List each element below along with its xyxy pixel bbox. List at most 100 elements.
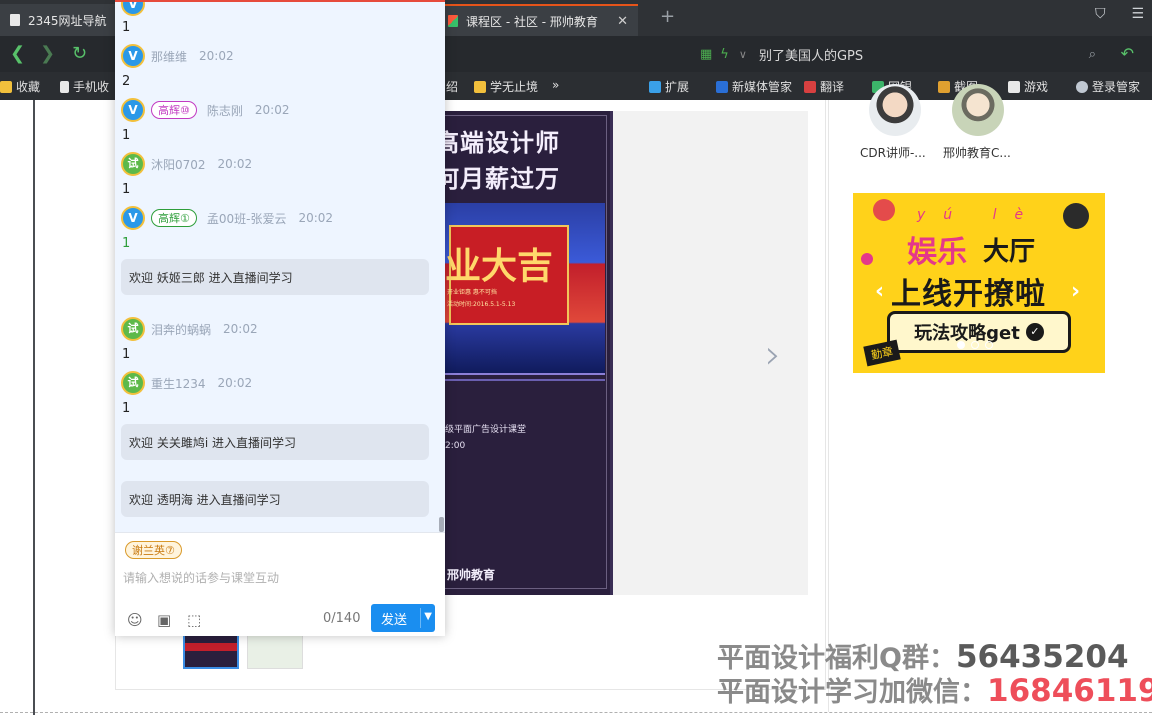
chat-scrollbar[interactable] [439, 517, 444, 532]
chat-message-header: V 高辉⑩ 陈志刚 20:02 [121, 98, 289, 122]
send-options-icon[interactable]: ▼ [424, 611, 432, 622]
level-medal: 高辉① [151, 209, 197, 227]
folder-icon [474, 80, 486, 93]
trial-badge-icon: 试 [121, 152, 145, 176]
bolt-icon[interactable]: ϟ [720, 47, 729, 62]
bottom-divider [0, 712, 1152, 715]
translate-icon [804, 80, 816, 93]
chat-message-list[interactable]: V 1 V 那维维 20:02 2 V 高辉⑩ 陈志刚 20:02 1 试 沐阳… [115, 2, 445, 532]
level-medal: 高辉⑩ [151, 101, 197, 119]
ad-tag: 勤章 [863, 339, 901, 367]
poster-stage-title: 业大吉 [445, 246, 554, 287]
chat-username[interactable]: 孟00班-张爱云 [207, 210, 287, 227]
ad-prev-icon[interactable]: ‹ [875, 279, 884, 304]
trial-badge-icon: 试 [121, 371, 145, 395]
bookmark-item[interactable]: 翻译 [804, 78, 844, 95]
poster-line [445, 373, 605, 375]
chat-panel: V 1 V 那维维 20:02 2 V 高辉⑩ 陈志刚 20:02 1 试 沐阳… [115, 0, 445, 636]
left-divider [33, 100, 35, 715]
bookmark-item[interactable]: 登录管家 [1076, 78, 1140, 95]
search-icon[interactable]: ⌕ [1089, 47, 1096, 62]
window-controls: ⛉ ☰ [1095, 6, 1144, 22]
poster-stage-sub: 开业钜惠 惠不可挡 [447, 289, 497, 296]
back-icon[interactable]: ❮ [10, 43, 25, 64]
chat-username[interactable]: 泪奔的蜗蜗 [151, 321, 211, 338]
avatar[interactable] [869, 84, 921, 136]
refresh-icon[interactable]: ↻ [72, 43, 87, 64]
undo-icon[interactable]: ↶ [1121, 44, 1134, 63]
chat-username[interactable]: 那维维 [151, 48, 187, 65]
ad-banner[interactable]: yú lè 娱乐 大厅 上线开撩啦 ‹ › 玩法攻略get ✓ 勤章 [853, 193, 1105, 373]
star-icon [0, 80, 12, 93]
chat-message-text: 1 [122, 347, 131, 362]
chat-input-area: 谢兰英⑦ ☺ ▣ ⬚ 0/140 发送 ▼ [115, 532, 445, 636]
tab-2345[interactable]: 2345网址导航 [0, 4, 118, 36]
system-welcome-message: 欢迎 透明海 进入直播间学习 [121, 481, 429, 517]
chat-message-header: 试 泪奔的蜗蜗 20:02 [121, 317, 258, 341]
send-divider [420, 608, 421, 628]
chat-message-text: 1 [122, 401, 131, 416]
ad-title-pink: 娱乐 [907, 235, 967, 270]
screenshot-icon[interactable]: ⬚ [187, 611, 201, 629]
poster-stage-small: 活动时间:2016.5.1-5.13 [447, 301, 516, 308]
chat-message-header: 试 沐阳0702 20:02 [121, 152, 252, 176]
menu-icon[interactable]: ☰ [1131, 6, 1144, 22]
scissors-icon [938, 80, 950, 93]
chat-time: 20:02 [199, 49, 234, 63]
forward-icon[interactable]: ❯ [40, 43, 55, 64]
carousel-dot[interactable] [971, 341, 979, 349]
bookmark-item[interactable]: 绍 [446, 78, 458, 95]
shirt-icon[interactable]: ⛉ [1095, 6, 1106, 22]
bookmarks-overflow[interactable]: » [552, 78, 559, 92]
teacher-name[interactable]: 邢帅教育C... [943, 144, 1011, 161]
avatar[interactable] [952, 84, 1004, 136]
tab-title: 2345网址导航 [28, 13, 107, 28]
send-button[interactable]: 发送 ▼ [371, 604, 435, 632]
new-tab-button[interactable]: + [660, 6, 675, 27]
course-poster[interactable]: 高端设计师 何月薪过万 业大吉 开业钜惠 惠不可挡 活动时间:2016.5.1-… [445, 111, 613, 595]
chevron-down-icon[interactable]: ∨ [739, 48, 747, 61]
teacher-name[interactable]: CDR讲师-... [860, 144, 926, 161]
site-icon [448, 15, 458, 27]
watermark-wechat: 平面设计学习加微信：16846119 [717, 673, 1152, 709]
extension-icon [649, 80, 661, 93]
ad-next-icon[interactable]: › [1071, 279, 1080, 304]
chat-message-text: 2 [122, 74, 131, 89]
poster-brand: 邢帅教育 [447, 568, 496, 582]
next-slide-arrow[interactable]: › [765, 332, 781, 378]
system-welcome-message: 欢迎 妖姬三郎 进入直播间学习 [121, 259, 429, 295]
bookmark-item[interactable]: 收藏 [0, 78, 40, 95]
vip-badge-icon: V [121, 206, 145, 230]
bookmark-item[interactable]: 学无止境 [474, 78, 538, 95]
carousel-dot[interactable] [985, 341, 993, 349]
tab-course[interactable]: 课程区 - 社区 - 邢帅教育 ✕ [438, 4, 638, 36]
emoji-icon[interactable]: ☺ [127, 611, 143, 629]
bookmark-item[interactable]: 新媒体管家 [716, 78, 792, 95]
image-icon[interactable]: ▣ [157, 611, 171, 629]
bookmark-item[interactable]: 游戏 [1008, 78, 1048, 95]
chat-username[interactable]: 重生1234 [151, 375, 206, 392]
gamepad-icon [1008, 80, 1020, 93]
phone-icon [60, 80, 69, 93]
chat-username[interactable]: 沐阳0702 [151, 156, 206, 173]
chat-time: 20:02 [217, 376, 253, 390]
decoration [873, 199, 895, 221]
chat-username[interactable]: 陈志刚 [207, 102, 243, 119]
vip-badge-icon: V [121, 44, 145, 68]
heart-icon [861, 253, 873, 265]
key-icon [1076, 80, 1088, 93]
address-text[interactable]: 别了美国人的GPS [759, 45, 863, 64]
poster-title-1: 高端设计师 [445, 129, 560, 157]
ad-title-black: 大厅 [983, 237, 1036, 267]
address-bar[interactable]: ▦ ϟ ∨ 别了美国人的GPS ⌕ [700, 42, 1102, 66]
close-tab-icon[interactable]: ✕ [617, 14, 628, 29]
bookmark-item[interactable]: 扩展 [649, 78, 689, 95]
ad-subtitle: 上线开撩啦 [891, 277, 1046, 312]
check-icon: ✓ [1025, 323, 1044, 341]
chat-input[interactable] [123, 567, 437, 589]
bookmark-item[interactable]: 手机收 [60, 78, 109, 95]
carousel-dot[interactable] [957, 341, 965, 349]
page-icon [10, 14, 20, 26]
qr-icon[interactable]: ▦ [700, 47, 712, 62]
poster-line [445, 379, 605, 381]
